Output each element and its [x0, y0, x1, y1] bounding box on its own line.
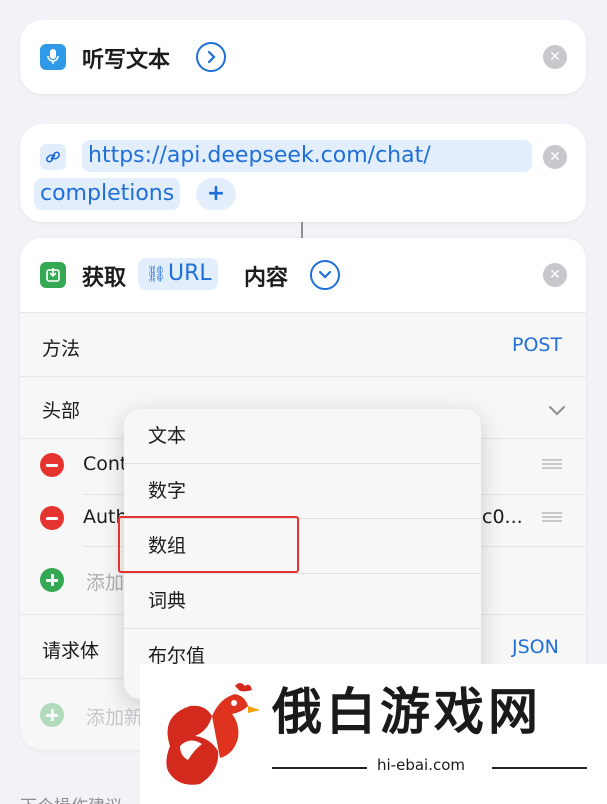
remove-header-icon[interactable]: [40, 506, 64, 530]
remove-header-icon[interactable]: [40, 453, 64, 477]
link-icon: [40, 144, 66, 170]
menu-item-number[interactable]: 数字: [124, 464, 481, 519]
remove-action-icon[interactable]: ✕: [543, 145, 567, 169]
url-token-label: URL: [168, 261, 212, 286]
method-label: 方法: [42, 338, 81, 360]
next-action-suggestions: 下个操作建议: [20, 792, 122, 804]
dictate-text-card[interactable]: 听写文本 ✕: [20, 20, 586, 94]
collapse-chevron-icon[interactable]: [310, 260, 340, 290]
header-key[interactable]: Cont: [83, 453, 127, 475]
link-icon: ⛓: [146, 264, 167, 283]
menu-item-dictionary[interactable]: 词典: [124, 574, 481, 629]
microphone-icon: [40, 44, 66, 70]
expand-chevron-icon[interactable]: [196, 42, 226, 72]
url-text-line1[interactable]: https://api.deepseek.com/chat/: [82, 140, 532, 172]
url-card[interactable]: https://api.deepseek.com/chat/ completio…: [20, 124, 586, 222]
add-field-label[interactable]: 添加新: [86, 703, 143, 730]
headers-chevron-icon[interactable]: [548, 402, 566, 421]
rooster-logo-icon: [166, 683, 260, 785]
divider: [20, 376, 586, 377]
watermark-line-left: [272, 767, 367, 769]
url-variable-token[interactable]: ⛓ URL: [138, 258, 218, 290]
connector-line: [301, 222, 303, 238]
watermark-line-right: [492, 767, 587, 769]
menu-item-text[interactable]: 文本: [124, 409, 481, 464]
header-value[interactable]: c0...: [482, 506, 523, 528]
body-value[interactable]: JSON: [512, 636, 559, 658]
download-icon: [40, 262, 66, 288]
watermark-domain: hi-ebai.com: [377, 756, 466, 774]
add-url-button[interactable]: +: [196, 178, 236, 210]
fetch-title-suffix: 内容: [244, 266, 289, 291]
reorder-handle-icon[interactable]: [542, 512, 562, 522]
add-header-icon[interactable]: [40, 568, 64, 592]
watermark-title: 俄白游戏网: [272, 682, 542, 741]
dictate-text-title: 听写文本: [82, 48, 171, 73]
remove-action-icon[interactable]: ✕: [543, 263, 567, 287]
headers-label: 头部: [42, 400, 81, 422]
add-field-icon[interactable]: [40, 703, 64, 727]
fetch-title-prefix: 获取: [82, 266, 127, 291]
watermark: 俄白游戏网 hi-ebai.com: [140, 664, 607, 804]
divider: [20, 312, 586, 313]
reorder-handle-icon[interactable]: [542, 459, 562, 469]
method-value[interactable]: POST: [512, 334, 562, 356]
url-text-line2[interactable]: completions: [34, 178, 181, 210]
highlight-annotation: [118, 516, 299, 573]
body-label: 请求体: [42, 640, 100, 662]
remove-action-icon[interactable]: ✕: [543, 45, 567, 69]
